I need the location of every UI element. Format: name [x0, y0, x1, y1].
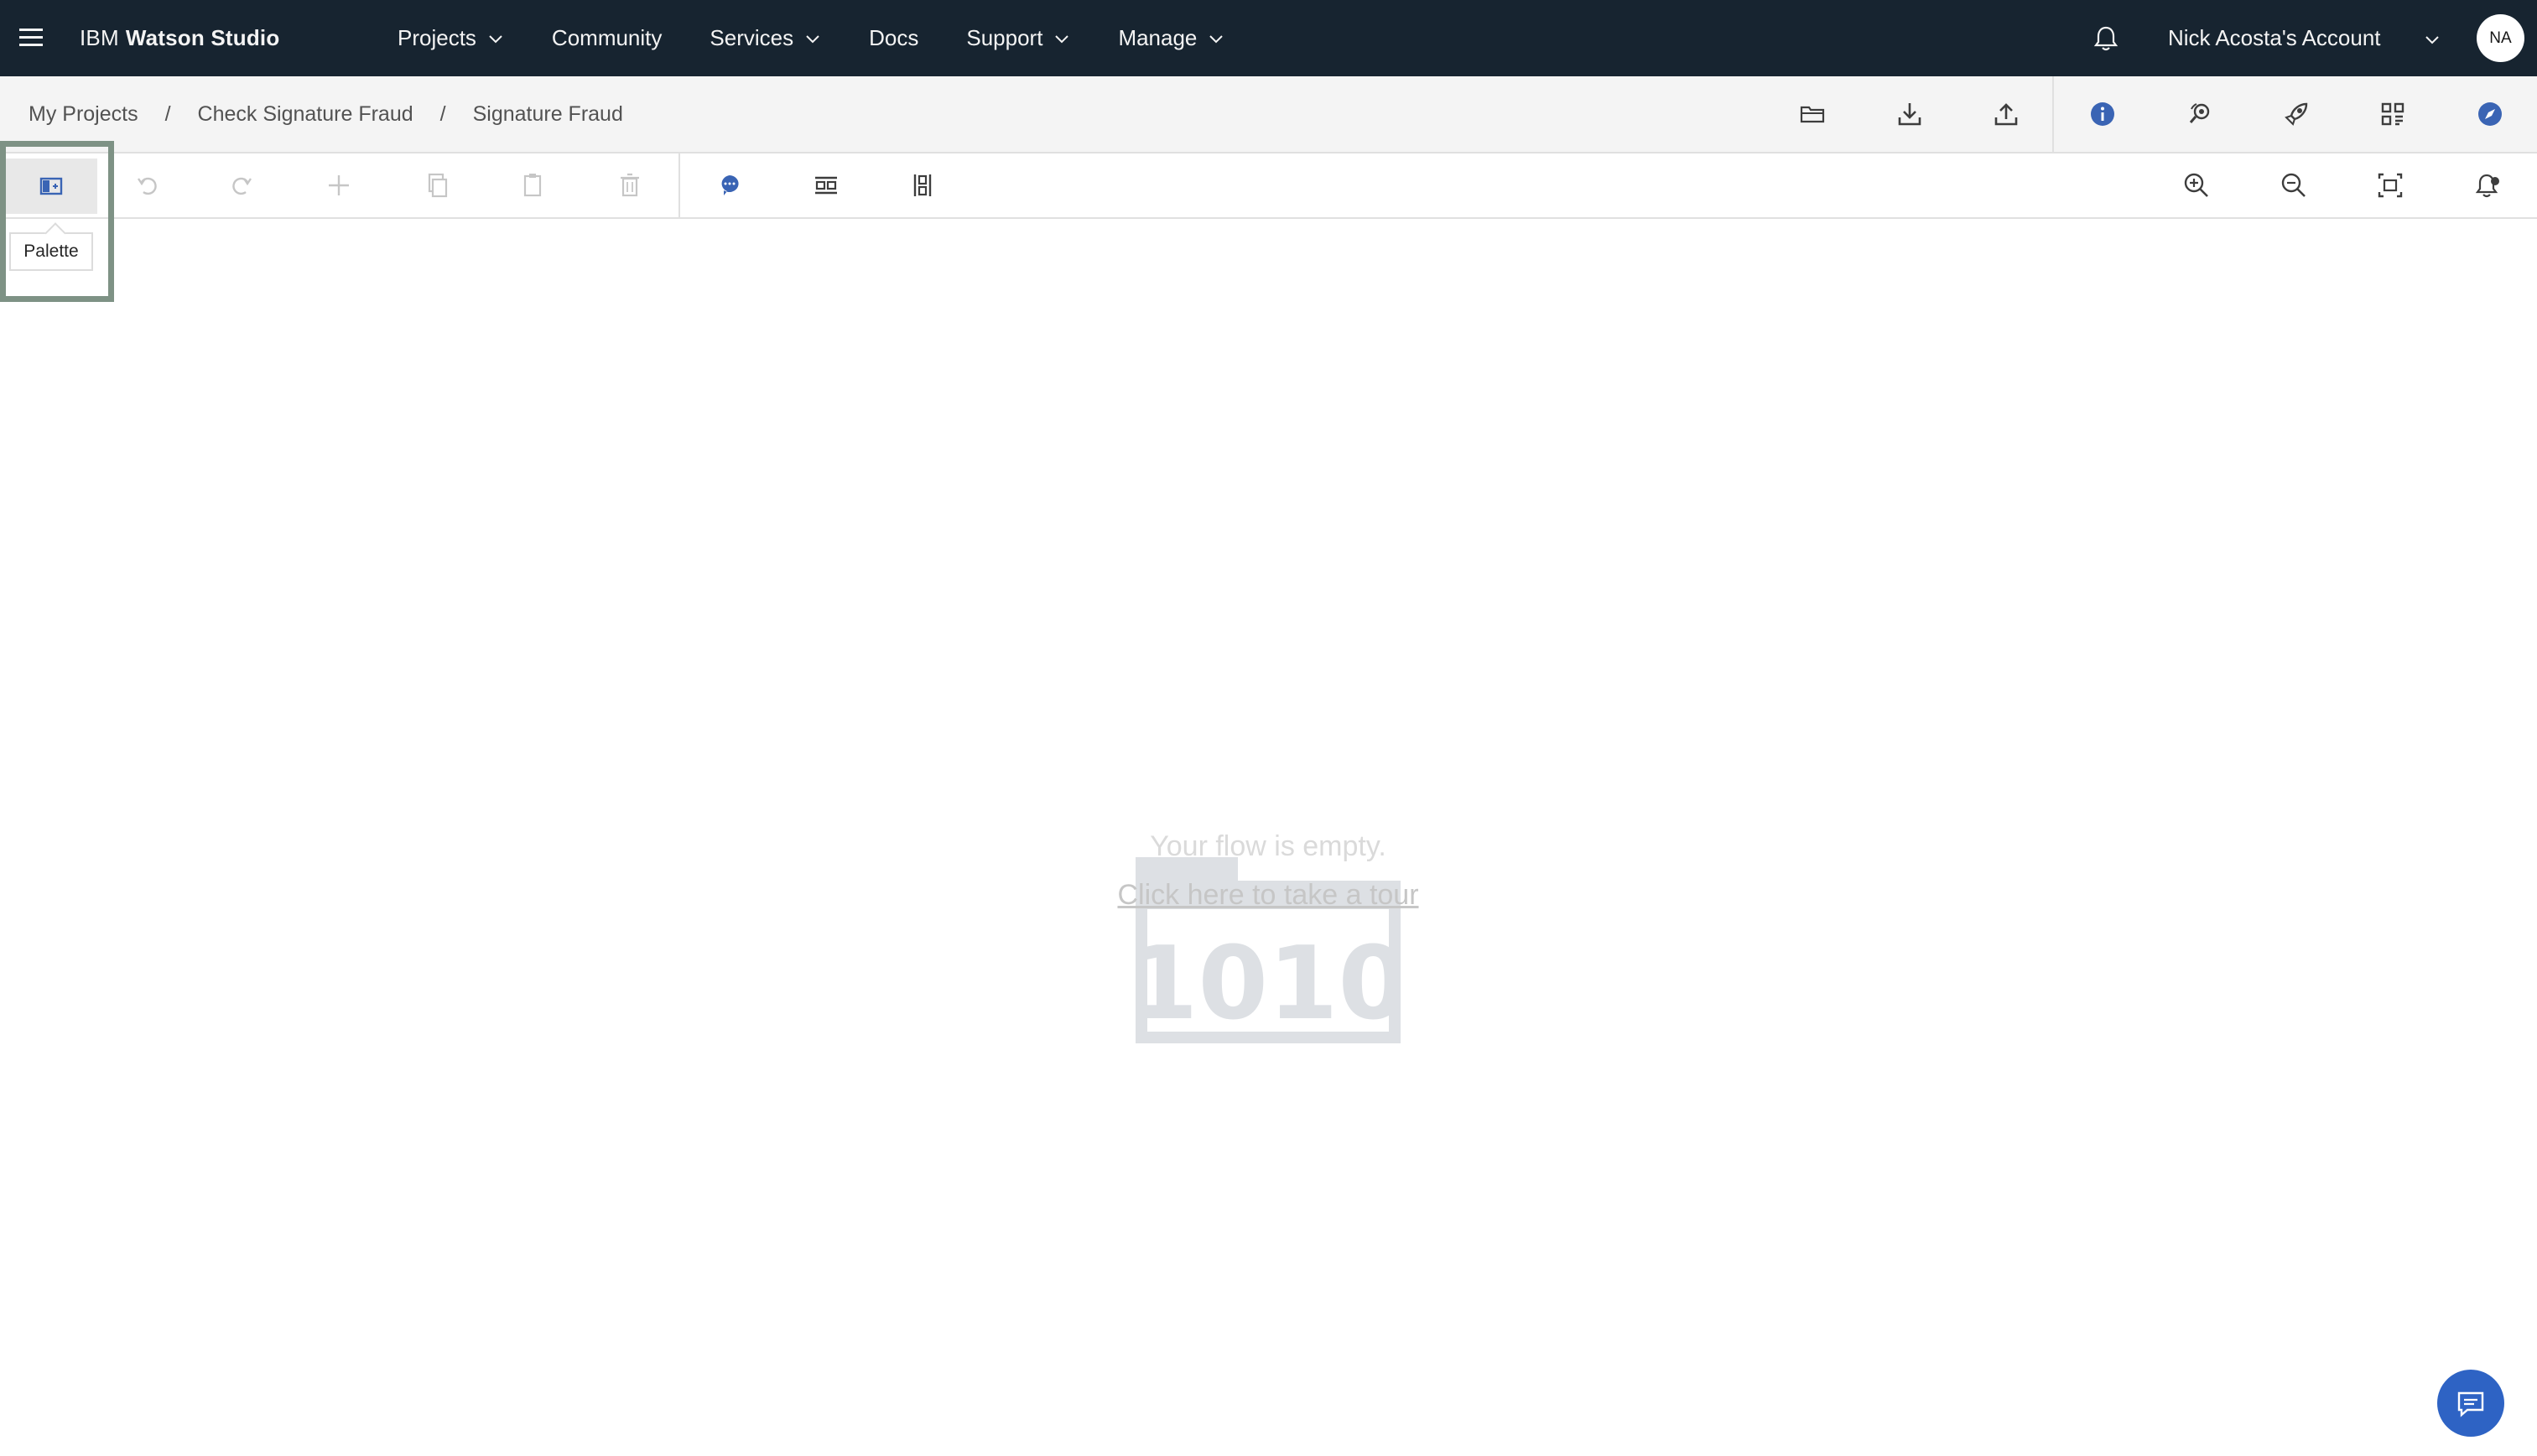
nav-manage[interactable]: Manage — [1118, 25, 1224, 51]
nav-services[interactable]: Services — [710, 25, 821, 51]
add-comment-icon[interactable] — [715, 170, 745, 200]
breadcrumb-my-projects[interactable]: My Projects — [29, 102, 138, 127]
cut-icon[interactable] — [324, 170, 354, 200]
nav-services-label: Services — [710, 25, 794, 50]
run-history-icon[interactable] — [2185, 99, 2215, 129]
zoom-to-fit-icon[interactable] — [2375, 170, 2405, 200]
divider — [2052, 76, 2054, 152]
top-navigation-bar: IBM Watson Studio Projects Community Ser… — [0, 0, 2537, 76]
breadcrumb-bar: My Projects / Check Signature Fraud / Si… — [0, 76, 2537, 153]
chat-icon — [2457, 1391, 2484, 1417]
nav-projects[interactable]: Projects — [398, 25, 504, 51]
chevron-down-icon — [489, 34, 502, 43]
info-icon[interactable] — [2087, 99, 2118, 129]
breadcrumb: My Projects / Check Signature Fraud / Si… — [29, 76, 623, 152]
copy-icon[interactable] — [422, 170, 452, 200]
zoom-out-icon[interactable] — [2279, 170, 2309, 200]
nav-community-label: Community — [551, 25, 663, 50]
delete-icon[interactable] — [615, 170, 645, 200]
hamburger-menu-icon[interactable] — [15, 22, 47, 54]
compass-icon[interactable] — [2475, 99, 2505, 129]
user-avatar[interactable]: NA — [2477, 14, 2524, 62]
chat-support-button[interactable] — [2437, 1370, 2504, 1437]
chevron-down-icon — [1055, 34, 1069, 43]
chevron-down-icon — [1209, 34, 1224, 43]
account-switcher[interactable]: Nick Acosta's Account — [2168, 0, 2381, 76]
divider — [678, 153, 680, 219]
breadcrumb-separator: / — [164, 101, 171, 126]
paste-icon[interactable] — [517, 170, 548, 200]
app-brand[interactable]: IBM Watson Studio — [80, 0, 279, 76]
arrange-horizontal-icon[interactable] — [811, 170, 841, 200]
empty-flow-message: Your flow is empty. — [1150, 830, 1386, 862]
undo-icon[interactable] — [132, 170, 162, 200]
zoom-in-icon[interactable] — [2181, 170, 2212, 200]
nav-projects-label: Projects — [398, 25, 476, 50]
notification-settings-icon[interactable] — [2472, 170, 2503, 200]
flow-canvas[interactable]: 1010 Your flow is empty. Click here to t… — [0, 219, 2537, 1456]
grid-layout-icon[interactable] — [2378, 99, 2408, 129]
account-chevron-down-icon[interactable] — [2423, 30, 2441, 49]
palette-toggle-button[interactable] — [5, 159, 97, 214]
account-label: Nick Acosta's Account — [2168, 25, 2381, 50]
breadcrumb-check-signature-fraud[interactable]: Check Signature Fraud — [198, 102, 413, 127]
palette-icon — [39, 177, 63, 195]
nav-manage-label: Manage — [1118, 25, 1198, 50]
nav-docs-label: Docs — [869, 25, 919, 50]
breadcrumb-separator: / — [439, 101, 446, 126]
nav-support[interactable]: Support — [966, 25, 1070, 51]
redo-icon[interactable] — [227, 170, 257, 200]
illustration-binary-text: 1010 — [1136, 926, 1401, 1043]
rocket-icon[interactable] — [2281, 99, 2311, 129]
nav-docs[interactable]: Docs — [869, 25, 918, 51]
folder-icon[interactable] — [1797, 99, 1827, 129]
canvas-toolbar — [0, 153, 2537, 219]
nav-support-label: Support — [966, 25, 1043, 50]
brand-name: Watson Studio — [125, 25, 280, 50]
upload-icon[interactable] — [1991, 99, 2021, 129]
notifications-bell-icon[interactable] — [2091, 23, 2121, 54]
breadcrumb-signature-fraud: Signature Fraud — [472, 101, 623, 126]
chevron-down-icon — [806, 34, 819, 43]
nav-community[interactable]: Community — [552, 25, 662, 51]
arrange-vertical-icon[interactable] — [907, 170, 938, 200]
palette-tooltip: Palette — [9, 232, 93, 271]
brand-prefix: IBM — [80, 25, 119, 50]
download-icon[interactable] — [1895, 99, 1925, 129]
main-nav-menu: Projects Community Services Docs Support… — [398, 0, 1272, 76]
take-tour-link[interactable]: Click here to take a tour — [1016, 879, 1520, 912]
